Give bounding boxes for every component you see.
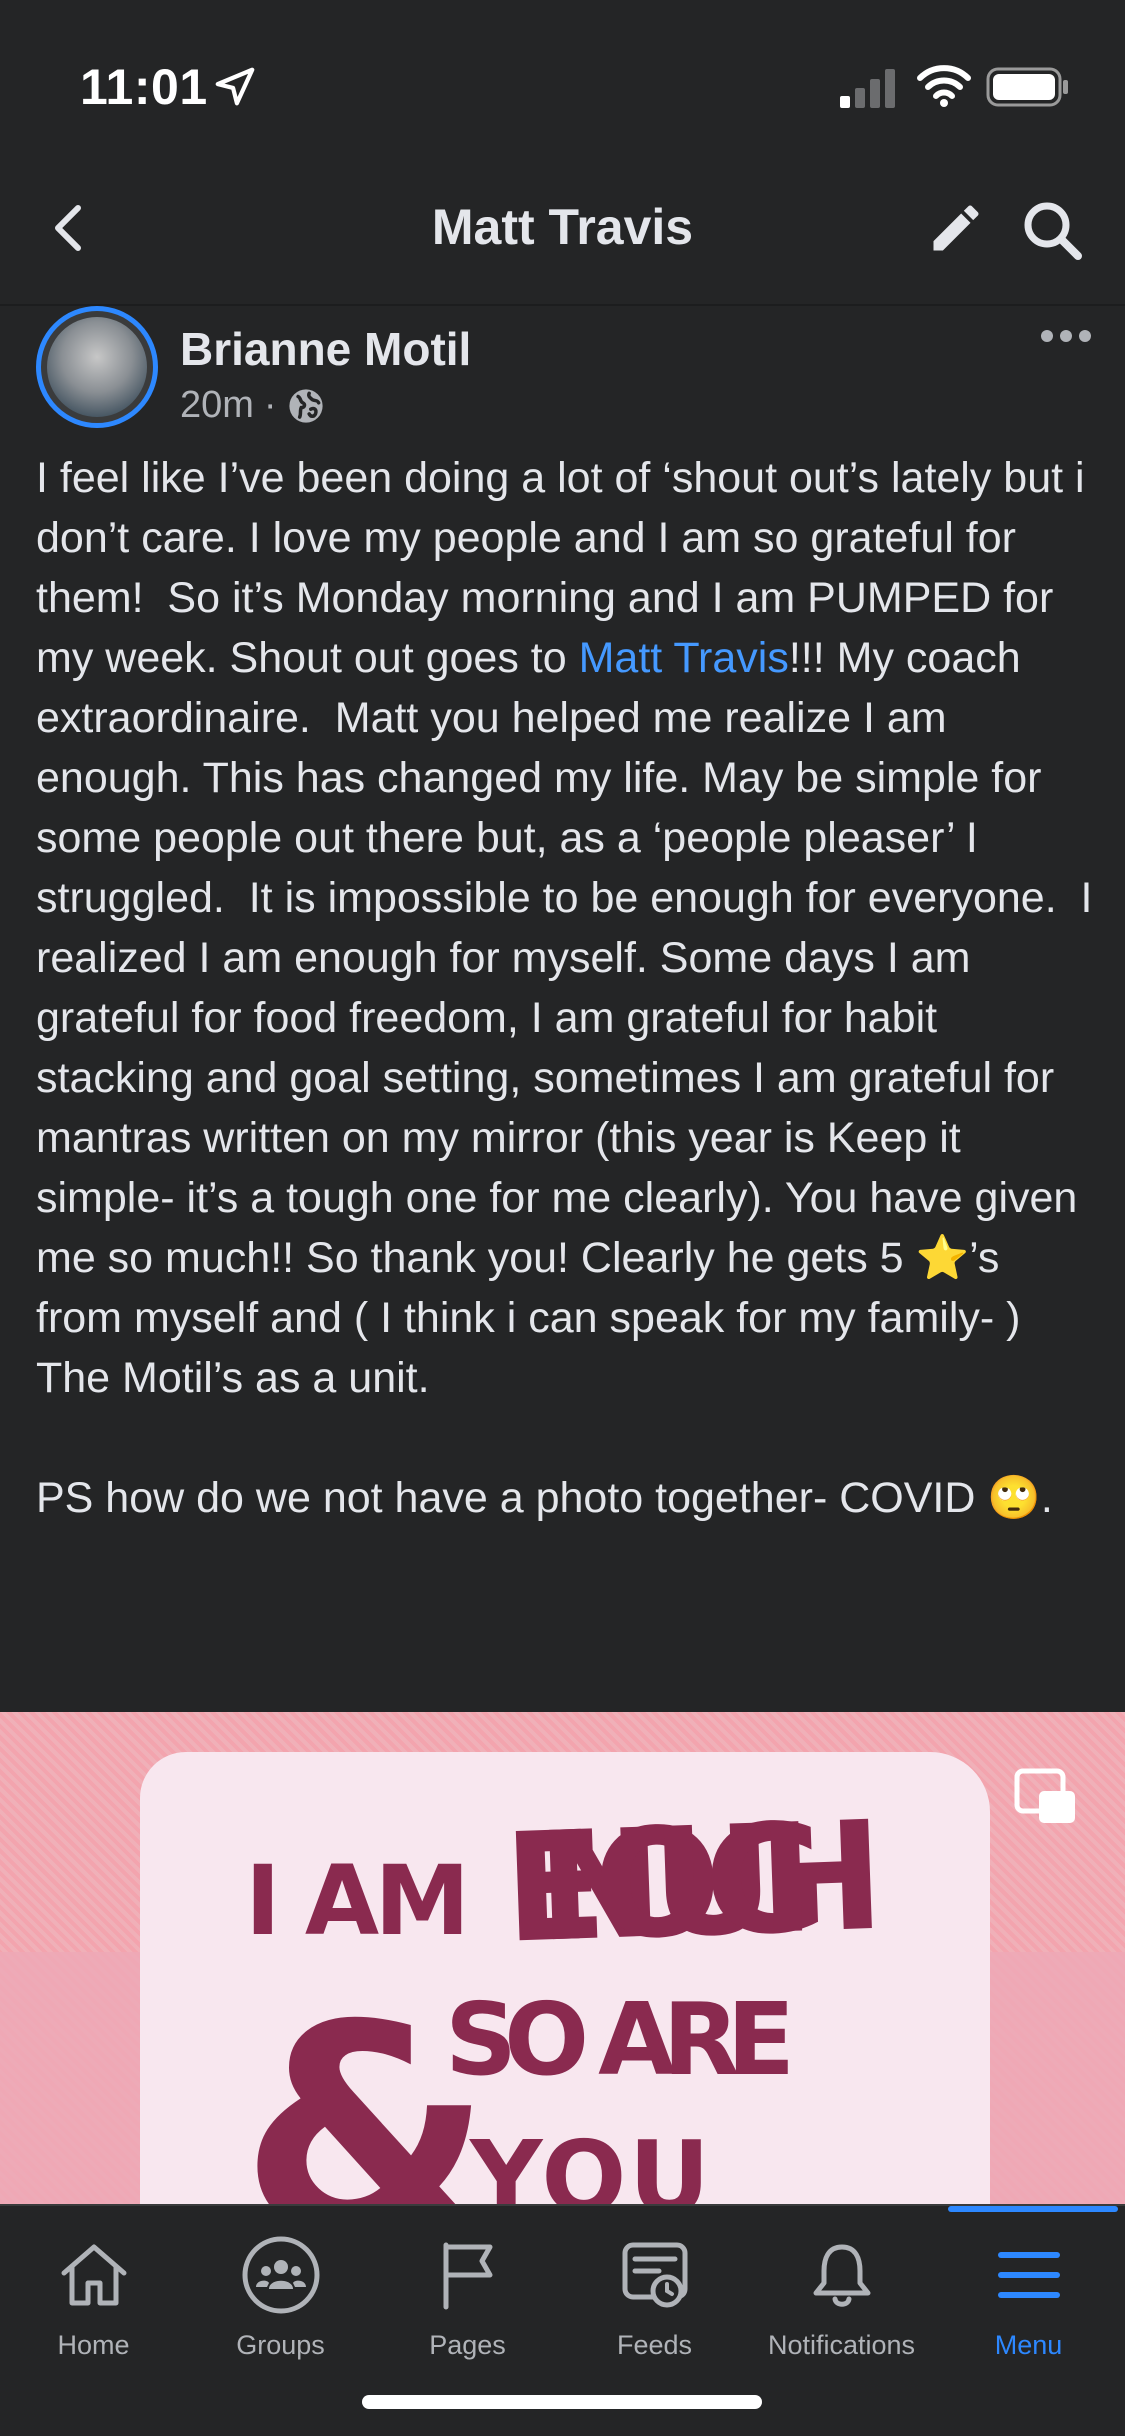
image-expand-button[interactable] [1010,1762,1080,1832]
wifi-icon [917,65,971,107]
tab-home[interactable]: Home [0,2230,187,2380]
edit-button[interactable] [922,194,990,262]
quote-line2: SO ARE [445,1981,795,2098]
globe-icon [288,388,323,423]
tab-label-pages: Pages [429,2330,506,2360]
battery-icon [986,67,1068,107]
location-arrow-icon [215,67,255,106]
feeds-icon [622,2242,687,2308]
avatar-photo [47,317,147,417]
post: Brianne Motil 20m · I feel like I’ve bee… [0,306,1125,1711]
tab-notifications[interactable]: Notifications [748,2230,935,2380]
page-header: Matt Travis [0,150,1125,306]
active-tab-indicator [948,2206,1118,2212]
post-meta: 20m · [180,384,325,427]
tab-menu[interactable]: Menu [935,2230,1122,2380]
edit-pencil-icon [933,205,979,251]
status-bar: 11:01 [0,0,1125,150]
post-time[interactable]: 20m [180,384,254,427]
quote-lettering: I AM ENOUGH & SO ARE YOU [240,1790,887,2204]
quote-line3: YOU [469,2119,710,2204]
tab-feeds[interactable]: Feeds [561,2230,748,2380]
post-text-part-2: !!! My coach extraordinaire. Matt you he… [36,634,1093,1522]
quote-line1a: I AM [245,1845,470,1957]
tab-label-groups: Groups [236,2330,325,2360]
back-button[interactable] [36,196,100,260]
tab-label-home: Home [57,2330,130,2360]
groups-icon [242,2236,319,2314]
bell-icon [813,2244,870,2307]
tab-groups[interactable]: Groups [187,2230,374,2380]
home-indicator[interactable] [362,2395,762,2409]
back-chevron-icon [55,205,81,251]
hamburger-menu-icon [997,2252,1060,2298]
post-text: I feel like I’ve been doing a lot of ‘sh… [36,448,1096,1528]
tab-label-menu: Menu [994,2330,1063,2360]
avatar[interactable] [36,306,158,428]
more-options-button[interactable] [1034,316,1098,356]
search-icon [1024,202,1082,260]
post-author[interactable]: Brianne Motil [180,322,471,376]
quote-line1b: ENOUGH [501,1790,887,1977]
more-dots-icon [1041,330,1091,342]
mention-link[interactable]: Matt Travis [579,634,789,682]
status-time: 11:01 [80,59,208,115]
tab-label-feeds: Feeds [616,2330,693,2360]
signal-icon [840,69,895,108]
picture-in-picture-icon [1014,1768,1075,1823]
home-icon [61,2244,126,2306]
post-image[interactable]: I AM ENOUGH & SO ARE YOU [0,1712,1125,2204]
search-button[interactable] [1016,194,1088,266]
flag-icon [443,2242,492,2310]
meta-separator: · [263,384,277,426]
tab-pages[interactable]: Pages [374,2230,561,2380]
tab-label-notifications: Notifications [767,2330,916,2360]
